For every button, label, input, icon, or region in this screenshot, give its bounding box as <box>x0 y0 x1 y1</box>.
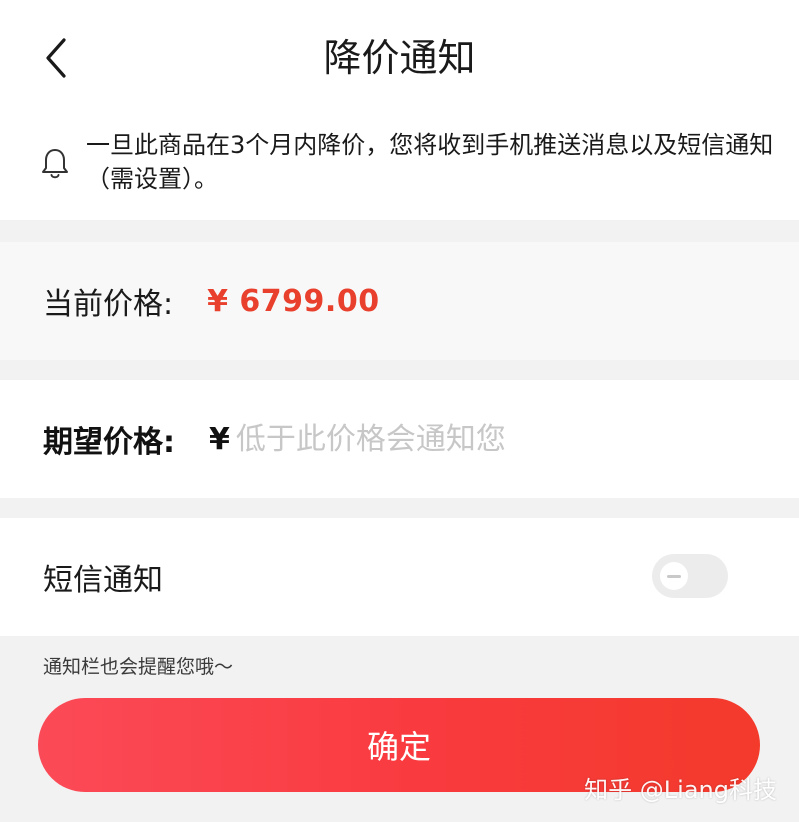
header: 降价通知 <box>0 0 799 114</box>
bell-icon <box>42 149 68 179</box>
current-price-value: ¥ 6799.00 <box>207 283 380 319</box>
sms-notification-label: 短信通知 <box>43 563 163 598</box>
hint-text: 通知栏也会提醒您哦～ <box>43 656 234 678</box>
expected-price-row: 期望价格: ¥ <box>0 380 799 498</box>
expected-price-label: 期望价格: <box>43 425 175 460</box>
expected-price-input[interactable] <box>235 414 656 464</box>
current-price-row: 当前价格: ¥ 6799.00 <box>0 242 799 360</box>
sms-notification-row: 短信通知 <box>0 518 799 636</box>
price-drop-notification-page: 降价通知 一旦此商品在3个月内降价，您将收到手机推送消息以及短信通知（需设置）。… <box>0 0 799 822</box>
page-title: 降价通知 <box>323 36 476 80</box>
notice-text: 一旦此商品在3个月内降价，您将收到手机推送消息以及短信通知（需设置）。 <box>86 131 774 193</box>
toggle-knob <box>660 562 688 590</box>
watermark: 知乎 @Liang科技 <box>584 776 777 804</box>
sms-toggle[interactable] <box>652 554 728 598</box>
currency-symbol: ¥ <box>209 421 230 457</box>
minus-icon <box>667 574 681 578</box>
current-price-label: 当前价格: <box>43 287 174 322</box>
notice-banner: 一旦此商品在3个月内降价，您将收到手机推送消息以及短信通知（需设置）。 <box>0 114 799 220</box>
